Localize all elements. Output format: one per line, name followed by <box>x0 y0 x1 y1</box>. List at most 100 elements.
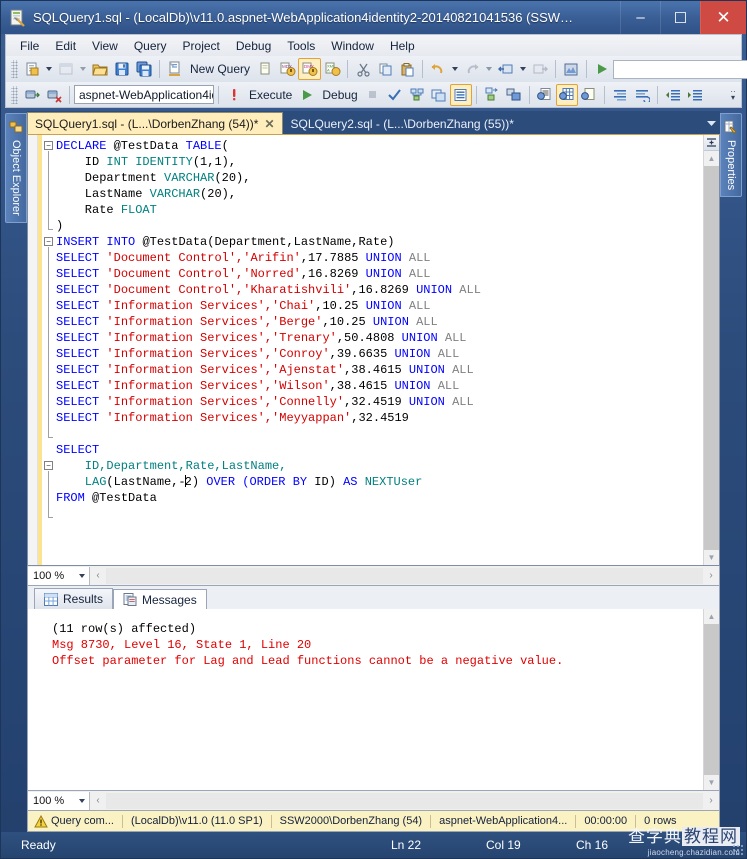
minimize-button[interactable]: – <box>620 1 660 34</box>
query-options-button[interactable] <box>428 84 450 106</box>
copy-button[interactable] <box>374 58 396 80</box>
available-databases-combo[interactable]: aspnet-WebApplication4ide <box>74 85 214 104</box>
hscroll-right-button[interactable]: › <box>703 570 719 581</box>
new-analysis-mdx-query-button[interactable]: MDX <box>276 58 298 80</box>
editor-selection-margin[interactable] <box>28 135 38 565</box>
execute-label[interactable]: Execute <box>245 88 296 102</box>
comment-lines-button[interactable] <box>609 84 631 106</box>
fold-toggle-select[interactable]: − <box>44 461 53 470</box>
results-to-file-button[interactable] <box>578 84 600 106</box>
tab-messages[interactable]: Messages <box>113 589 207 610</box>
tab-sqlquery2[interactable]: SQLQuery2.sql - (L...\DorbenZhang (55))* <box>283 112 522 134</box>
display-estimated-execution-plan-button[interactable] <box>406 84 428 106</box>
debug-label[interactable]: Debug <box>318 88 361 102</box>
toolbar-overflow-button-2[interactable]: ·· ▾ <box>727 87 741 101</box>
sidebar-item-properties[interactable]: Properties <box>720 113 742 198</box>
hscroll-left-button[interactable]: ‹ <box>90 570 106 581</box>
toolbar-grip[interactable] <box>11 85 18 104</box>
tab-sqlquery1[interactable]: SQLQuery1.sql - (L...\DorbenZhang (54))*… <box>27 112 283 134</box>
toolbar-config-combo[interactable] <box>613 59 747 79</box>
fold-toggle-declare[interactable]: − <box>44 141 53 150</box>
include-actual-execution-plan-button[interactable] <box>449 83 472 106</box>
new-analysis-xmla-query-button[interactable]: XML A <box>321 58 343 80</box>
hscroll-track[interactable] <box>106 567 703 584</box>
menu-tools[interactable]: Tools <box>279 37 323 55</box>
disconnect-button[interactable] <box>43 84 65 106</box>
results-to-grid-button[interactable] <box>555 83 578 106</box>
results-hscroll-right-button[interactable]: › <box>703 795 719 806</box>
scroll-down-button[interactable]: ▼ <box>704 550 719 565</box>
chevron-down-icon[interactable] <box>702 114 720 134</box>
results-target-button[interactable] <box>503 84 525 106</box>
close-button[interactable]: ✕ <box>700 1 746 34</box>
menu-help[interactable]: Help <box>382 37 423 55</box>
new-project-chevron-down-icon[interactable] <box>80 67 86 71</box>
paste-button[interactable] <box>396 58 418 80</box>
menu-debug[interactable]: Debug <box>228 37 279 55</box>
undo-chevron-down-icon[interactable] <box>452 67 459 71</box>
sidebar-item-object-explorer[interactable]: Object Explorer <box>5 113 27 223</box>
fold-toggle-insert[interactable]: − <box>44 237 53 246</box>
include-client-statistics-button[interactable] <box>481 84 503 106</box>
results-hscroll-left-button[interactable]: ‹ <box>90 795 106 806</box>
editor-code-text[interactable]: DECLARE @TestData TABLE( ID INT IDENTITY… <box>56 135 703 565</box>
redo-chevron-down-icon[interactable] <box>486 67 493 71</box>
results-to-text-button[interactable] <box>534 84 556 106</box>
menu-window[interactable]: Window <box>323 37 382 55</box>
messages-vertical-scrollbar[interactable]: ▲ ▼ <box>703 609 719 790</box>
start-debug-button[interactable] <box>591 58 613 80</box>
menu-edit[interactable]: Edit <box>47 37 84 55</box>
editor-zoom-chevron-down-icon[interactable] <box>79 573 85 578</box>
menu-view[interactable]: View <box>84 37 126 55</box>
new-project-dropdown-button[interactable] <box>55 58 77 80</box>
save-all-button[interactable] <box>133 58 155 80</box>
results-zoom-chevron-down-icon[interactable] <box>79 798 85 803</box>
increase-indent-button[interactable] <box>684 84 706 106</box>
menu-project[interactable]: Project <box>175 37 228 55</box>
editor-zoom-combo[interactable]: 100 % <box>28 566 90 585</box>
stop-button[interactable] <box>362 84 384 106</box>
menu-file[interactable]: File <box>12 37 47 55</box>
new-query-label[interactable]: New Query <box>186 62 254 76</box>
sql-editor[interactable]: − − − DECLARE @TestData TABLE( ID INT ID… <box>27 134 720 566</box>
connect-button[interactable] <box>21 84 43 106</box>
cut-button[interactable] <box>352 58 374 80</box>
resize-grip[interactable] <box>732 844 744 856</box>
messages-scroll-down-button[interactable]: ▼ <box>704 775 719 790</box>
open-file-button[interactable] <box>89 58 111 80</box>
code-token: ,16.8269 <box>351 283 417 297</box>
messages-output-area[interactable]: (11 row(s) affected) Msg 8730, Level 16, … <box>27 609 720 791</box>
undo-button[interactable] <box>427 58 449 80</box>
menu-query[interactable]: Query <box>126 37 175 55</box>
maximize-button[interactable]: ☐ <box>660 1 700 34</box>
scroll-track[interactable] <box>704 166 719 550</box>
scroll-up-button[interactable]: ▲ <box>704 151 719 166</box>
decrease-indent-button[interactable] <box>662 84 684 106</box>
editor-split-handle[interactable] <box>704 135 719 151</box>
messages-scroll-up-button[interactable]: ▲ <box>704 609 719 624</box>
results-hscroll-track[interactable] <box>106 792 703 809</box>
debug-button[interactable] <box>296 84 318 106</box>
new-analysis-dmx-query-button[interactable]: DMX <box>298 58 322 80</box>
messages-scroll-track[interactable] <box>704 624 719 775</box>
toolbar-grip[interactable] <box>11 60 18 78</box>
save-button[interactable] <box>111 58 133 80</box>
tab-results[interactable]: Results <box>34 588 114 609</box>
warning-icon <box>34 814 48 828</box>
close-icon[interactable]: ✕ <box>264 117 274 131</box>
new-item-chevron-down-icon[interactable] <box>46 67 52 71</box>
navigate-backward-button[interactable] <box>495 58 517 80</box>
new-item-dropdown-button[interactable] <box>21 58 43 80</box>
editor-outlining-column[interactable]: − − − <box>42 135 56 565</box>
registered-servers-button[interactable] <box>560 58 582 80</box>
results-zoom-combo[interactable]: 100 % <box>28 791 90 810</box>
new-query-button[interactable] <box>164 58 186 80</box>
parse-button[interactable] <box>384 84 406 106</box>
uncomment-lines-button[interactable] <box>631 84 653 106</box>
editor-vertical-scrollbar[interactable]: ▲ ▼ <box>703 135 719 565</box>
execute-button[interactable] <box>223 84 245 106</box>
new-database-engine-query-button[interactable] <box>254 58 276 80</box>
redo-button[interactable] <box>461 58 483 80</box>
navigate-backward-chevron-down-icon[interactable] <box>520 67 527 71</box>
navigate-forward-button[interactable] <box>529 58 551 80</box>
